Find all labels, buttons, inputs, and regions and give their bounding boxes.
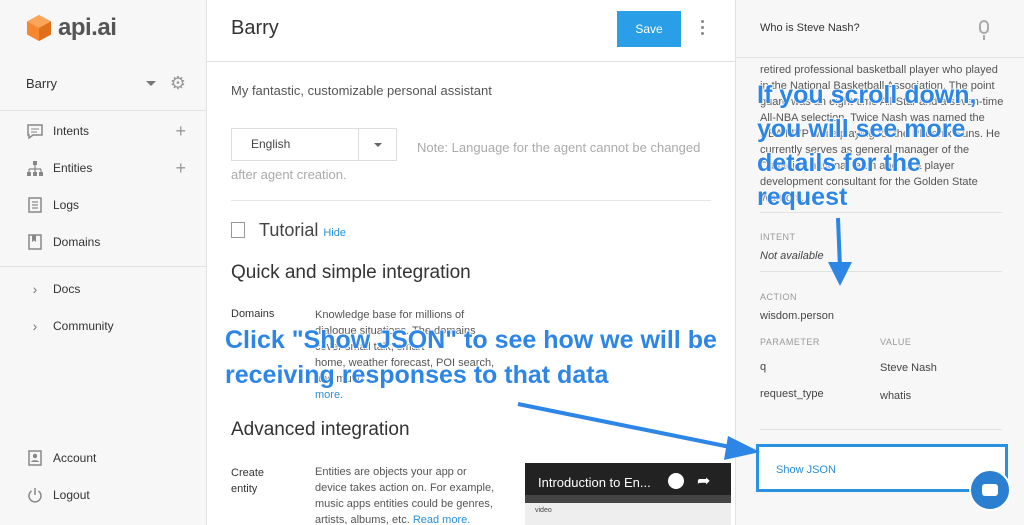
tutorial-title: Tutorial	[259, 220, 319, 240]
sidebar-item-label: Domains	[53, 235, 101, 249]
sidebar-item-label: Docs	[53, 282, 81, 296]
logo-text: api.ai	[58, 14, 117, 41]
panel-divider	[760, 271, 1002, 272]
share-icon[interactable]: ➦	[697, 471, 710, 491]
clock-icon[interactable]	[668, 473, 684, 489]
save-button[interactable]: Save	[617, 11, 681, 47]
param-name: request_type	[760, 388, 824, 400]
panel-divider	[760, 429, 1002, 430]
hide-tutorial-link[interactable]: Hide	[323, 227, 346, 239]
sidebar-item-account[interactable]: Account	[26, 447, 186, 469]
create-entity-label: Create entity	[231, 465, 264, 497]
video-title: Introduction to En...	[538, 475, 651, 490]
sidebar-item-logout[interactable]: Logout	[26, 484, 186, 506]
sidebar-item-intents[interactable]: Intents +	[26, 120, 186, 142]
add-entity-icon[interactable]: +	[175, 159, 186, 177]
microphone-stand	[983, 35, 985, 40]
sidebar-item-domains[interactable]: Domains	[26, 231, 186, 253]
param-name: q	[760, 361, 767, 373]
entity-description: Entities are objects your app or device …	[315, 464, 500, 525]
query-text: Who is Steve Nash?	[760, 22, 860, 34]
microphone-icon[interactable]	[979, 20, 989, 34]
agent-description[interactable]: My fantastic, customizable personal assi…	[231, 83, 492, 98]
create-entity-label-line: entity	[231, 483, 258, 495]
chat-icon	[26, 122, 44, 140]
section-divider	[231, 200, 711, 201]
header: Barry Save	[207, 0, 735, 62]
tutorial-header: Tutorial Hide	[231, 220, 346, 241]
action-label: ACTION	[760, 292, 798, 302]
sidebar-item-docs[interactable]: › Docs	[26, 278, 186, 300]
video-strip	[525, 495, 731, 503]
power-icon	[26, 486, 44, 504]
query-input[interactable]: Who is Steve Nash?	[736, 0, 1024, 58]
sidebar-item-label: Account	[53, 451, 97, 465]
cube-logo-icon	[27, 15, 51, 41]
sidebar-item-community[interactable]: › Community	[26, 315, 186, 337]
book-icon	[26, 233, 44, 251]
sidebar-item-logs[interactable]: Logs	[26, 194, 186, 216]
sidebar: api.ai Barry ⚙ Intents + Entities + Logs…	[0, 0, 207, 525]
quick-integration-heading: Quick and simple integration	[231, 262, 471, 283]
video-small-label: video	[535, 507, 552, 514]
gear-icon[interactable]: ⚙	[170, 74, 186, 92]
agent-selector[interactable]: Barry ⚙	[26, 74, 186, 92]
logo[interactable]: api.ai	[26, 14, 117, 42]
read-more-link[interactable]: Read more.	[413, 514, 470, 525]
main-content: Barry Save My fantastic, customizable pe…	[207, 0, 735, 525]
video-thumbnail[interactable]: Introduction to En... ➦ video	[525, 463, 731, 525]
chat-help-icon[interactable]	[969, 469, 1011, 511]
chevron-down-icon[interactable]	[359, 129, 396, 160]
page-title: Barry	[231, 17, 279, 39]
book-icon	[231, 222, 245, 238]
list-icon	[26, 196, 44, 214]
agent-name: Barry	[26, 75, 58, 91]
sidebar-item-label: Logs	[53, 198, 80, 212]
hierarchy-icon	[26, 159, 44, 177]
param-value: Steve Nash	[880, 362, 937, 374]
add-intent-icon[interactable]: +	[175, 122, 186, 140]
account-icon	[26, 449, 44, 467]
sidebar-item-label: Community	[53, 319, 114, 333]
intent-value: Not available	[760, 250, 824, 262]
show-json-label: Show JSON	[776, 464, 836, 476]
create-entity-label-line: Create	[231, 467, 265, 479]
sidebar-item-label: Entities	[53, 161, 93, 175]
chevron-right-icon: ›	[32, 281, 38, 297]
sidebar-divider	[0, 266, 207, 267]
param-value: whatis	[880, 390, 912, 402]
domains-label: Domains	[231, 308, 275, 320]
intent-label: INTENT	[760, 232, 796, 242]
more-options-icon[interactable]	[701, 20, 704, 35]
value-header: VALUE	[880, 337, 912, 347]
json-annotation: Click "Show JSON" to see how we will be …	[224, 325, 717, 390]
sidebar-item-label: Logout	[53, 488, 90, 502]
chevron-right-icon: ›	[32, 318, 38, 334]
action-value: wisdom.person	[760, 310, 834, 322]
language-select[interactable]: English	[231, 128, 397, 161]
sidebar-divider	[0, 110, 207, 111]
scroll-annotation: If you scroll down, you will see more de…	[756, 80, 977, 212]
sidebar-item-label: Intents	[53, 124, 90, 138]
sidebar-item-entities[interactable]: Entities +	[26, 157, 186, 179]
domains-text-line: Knowledge base for millions of	[315, 309, 465, 321]
video-preview: video	[525, 503, 731, 525]
advanced-integration-heading: Advanced integration	[231, 419, 410, 440]
language-value: English	[232, 129, 359, 160]
parameter-header: PARAMETER	[760, 337, 820, 347]
chevron-down-icon[interactable]	[145, 80, 156, 86]
